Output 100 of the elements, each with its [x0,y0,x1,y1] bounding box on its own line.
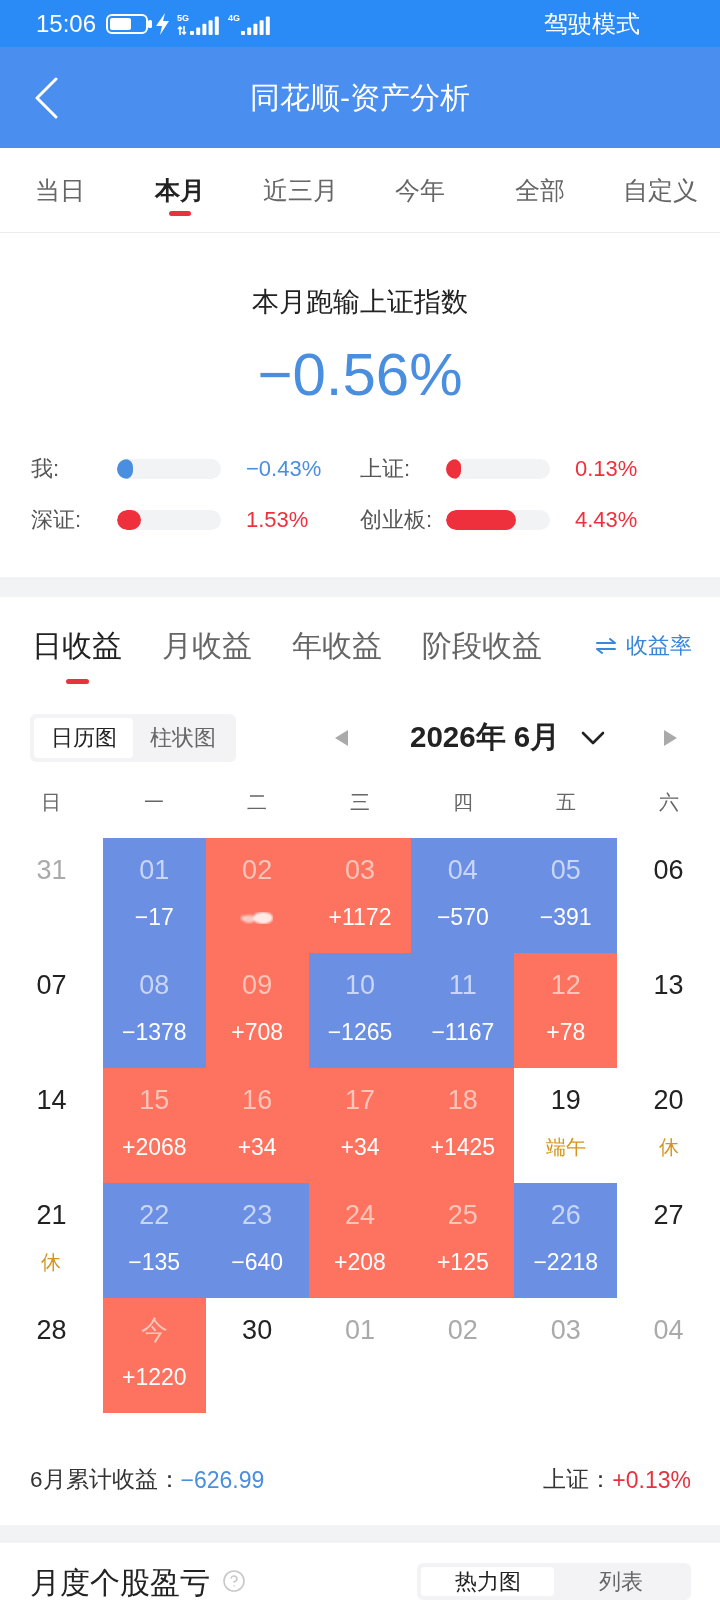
day-profit: +208 [334,1248,386,1276]
holiday-label: 休 [658,1135,679,1160]
calendar-day-cell[interactable]: 10 −1265 [308,953,412,1068]
month-picker[interactable]: 2026年 6月 [410,718,606,758]
calendar-day-cell[interactable]: 25 +125 [411,1183,515,1298]
index-label: 我: [31,455,60,483]
calendar-day-cell[interactable]: 05 −391 [514,838,618,953]
calendar-day-cell[interactable]: 17 +34 [308,1068,412,1183]
day-profit: −2218 [533,1248,598,1276]
total-label: 6月累计收益： [30,1466,181,1494]
day-number: 14 [36,1085,67,1115]
calendar-day-cell[interactable]: 15 +2068 [102,1068,206,1183]
return-percentage: −0.43% [246,456,322,482]
calendar-day-cell[interactable]: 01 −17 [102,838,206,953]
swap-arrows-icon [596,638,616,654]
day-number: 05 [550,855,581,885]
view-option[interactable]: 列表 [554,1567,687,1596]
day-number: 13 [653,970,684,1000]
calendar-day-cell[interactable]: 22 −135 [102,1183,206,1298]
day-number: 02 [242,855,273,885]
day-number: 07 [36,970,67,1000]
triangle-left-icon [335,730,348,746]
return-rate-link[interactable]: 收益率 [596,626,692,666]
calendar-day-cell[interactable]: 26 −2218 [514,1183,618,1298]
section-title: 月度个股盈亏 [30,1568,210,1598]
comparison-title: 本月跑输上证指数 [252,286,468,319]
calendar-day-cell[interactable]: 24 +208 [308,1183,412,1298]
view-option[interactable]: 日历图 [34,718,133,758]
weekday-label: 六 [658,790,679,815]
signal-icon [241,14,272,35]
view-option[interactable]: 柱状图 [133,718,232,758]
total-label: 上证： [543,1466,613,1494]
day-number: 28 [36,1315,67,1345]
period-tab[interactable]: 自定义 [600,148,720,232]
day-number: 17 [344,1085,375,1115]
day-number: 21 [36,1200,67,1230]
day-profit: −135 [128,1248,181,1276]
calendar-day-cell[interactable]: 16 +34 [205,1068,309,1183]
weekday-label: 五 [555,790,576,815]
day-number: 20 [653,1085,684,1115]
calendar-day-cell[interactable]: 11 −1167 [411,953,515,1068]
day-number: 31 [36,855,67,885]
day-number: 08 [139,970,170,1000]
period-tab[interactable]: 当日 [0,148,120,232]
returns-tab[interactable]: 年收益 [292,626,382,684]
total-value: +0.13% [612,1466,691,1494]
calendar-day-cell[interactable]: 23 −640 [205,1183,309,1298]
charging-bolt-icon [156,12,170,35]
return-percentage: 4.43% [575,507,638,533]
day-profit: +708 [231,1018,284,1046]
back-button[interactable] [34,76,58,119]
index-label: 深证: [31,506,82,534]
day-profit: −640 [231,1248,284,1276]
day-number: 10 [344,970,375,1000]
day-number: 15 [139,1085,170,1115]
day-number: 18 [447,1085,478,1115]
return-percentage: 0.13% [575,456,638,482]
triangle-right-icon [664,730,678,746]
battery-icon [106,13,153,34]
day-profit: +1220 [121,1363,187,1391]
view-option[interactable]: 热力图 [421,1567,554,1596]
holiday-label: 端午 [545,1135,586,1160]
day-number: 01 [139,855,170,885]
day-number: 02 [447,1315,478,1345]
return-difference-value: −0.56% [257,340,463,410]
day-profit: +78 [546,1018,586,1046]
calendar-day-cell[interactable]: 18 +1425 [411,1068,515,1183]
returns-tab[interactable]: 阶段收益 [422,626,542,684]
period-tab[interactable]: 今年 [360,148,480,232]
day-number: 01 [344,1315,375,1345]
period-tab[interactable]: 全部 [480,148,600,232]
calendar-day-cell[interactable]: 04 −570 [411,838,515,953]
day-number: 22 [139,1200,170,1230]
help-icon[interactable] [222,1569,246,1593]
day-number: 04 [653,1315,684,1345]
weekday-label: 四 [452,790,473,815]
weekday-label: 日 [41,790,62,815]
period-tab[interactable]: 本月 [120,148,240,232]
previous-month-button[interactable] [335,730,348,746]
calendar-day-cell[interactable]: 09 +708 [205,953,309,1068]
calendar-day-cell[interactable]: 03 +1172 [308,838,412,953]
day-number: 12 [550,970,581,1000]
day-number: 26 [550,1200,581,1230]
calendar-day-cell[interactable]: 今 +1220 [102,1298,206,1413]
calendar-day-cell[interactable]: 08 −1378 [102,953,206,1068]
calendar-day-cell[interactable]: 02 [205,838,309,953]
day-profit: −391 [539,903,592,931]
day-number: 16 [242,1085,273,1115]
index-label: 创业板: [360,506,433,534]
day-number: 27 [653,1200,684,1230]
day-number: 今 [140,1315,168,1345]
calendar-day-cell[interactable]: 12 +78 [514,953,618,1068]
day-number: 24 [344,1200,375,1230]
weekday-label: 一 [144,790,165,815]
status-time: 15:06 [36,9,97,38]
holiday-label: 休 [41,1250,62,1275]
returns-tab[interactable]: 月收益 [162,626,252,684]
period-tab[interactable]: 近三月 [240,148,360,232]
returns-tab[interactable]: 日收益 [32,626,122,684]
next-month-button[interactable] [664,730,678,746]
